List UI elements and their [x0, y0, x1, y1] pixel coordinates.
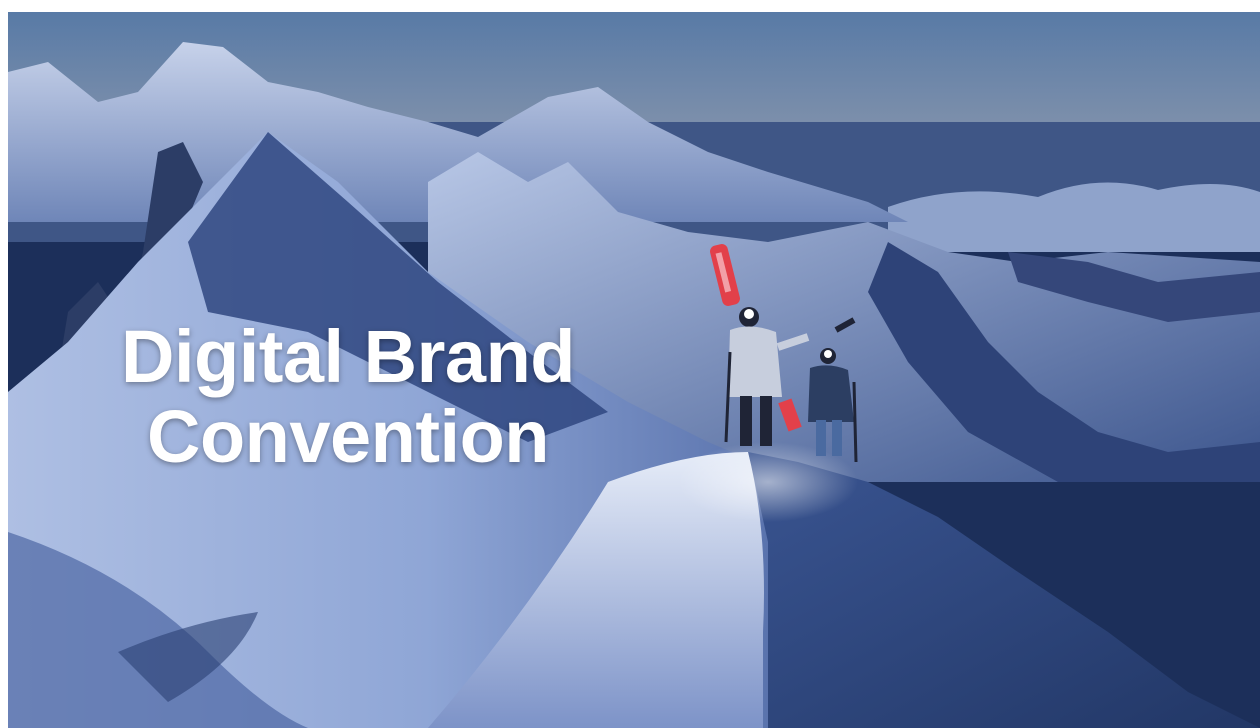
- presentation-slide: Digital Brand Convention: [8, 12, 1260, 728]
- slide-title-line-2: Convention: [147, 395, 549, 478]
- slide-title: Digital Brand Convention: [68, 317, 628, 477]
- slide-title-line-1: Digital Brand: [121, 315, 575, 398]
